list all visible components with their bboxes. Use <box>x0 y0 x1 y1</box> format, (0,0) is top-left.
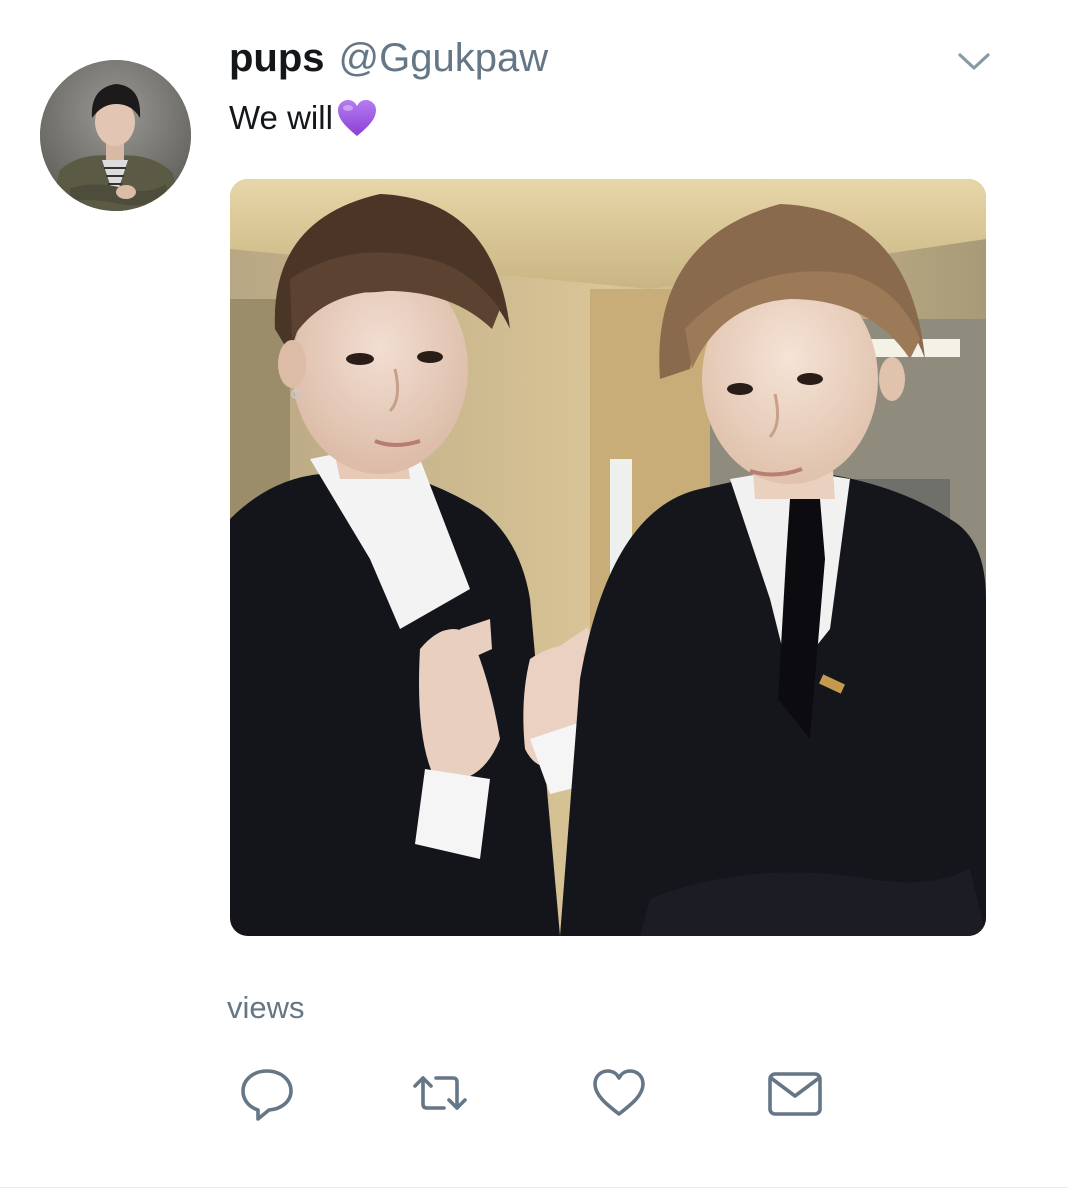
display-name[interactable]: pups <box>229 36 325 81</box>
reply-icon[interactable] <box>236 1062 298 1124</box>
tweet-actions <box>0 1062 1068 1132</box>
photo-image <box>230 179 986 936</box>
tweet-card: pups @Ggukpaw We will views <box>0 0 1068 1190</box>
views-label: views <box>227 990 305 1025</box>
avatar-photo <box>40 60 191 211</box>
user-handle[interactable]: @Ggukpaw <box>339 36 549 81</box>
tweet-text: We will <box>229 96 379 140</box>
divider <box>0 1187 1068 1188</box>
tweet-header: pups @Ggukpaw <box>229 36 548 86</box>
envelope-icon[interactable] <box>764 1062 826 1124</box>
retweet-icon[interactable] <box>409 1062 471 1124</box>
tweet-photo[interactable] <box>230 179 986 936</box>
tweet-text-content: We will <box>229 99 333 136</box>
heart-icon[interactable] <box>588 1062 650 1124</box>
purple-heart-emoji <box>335 96 379 140</box>
chevron-down-icon[interactable] <box>954 44 994 78</box>
avatar[interactable] <box>40 60 191 211</box>
